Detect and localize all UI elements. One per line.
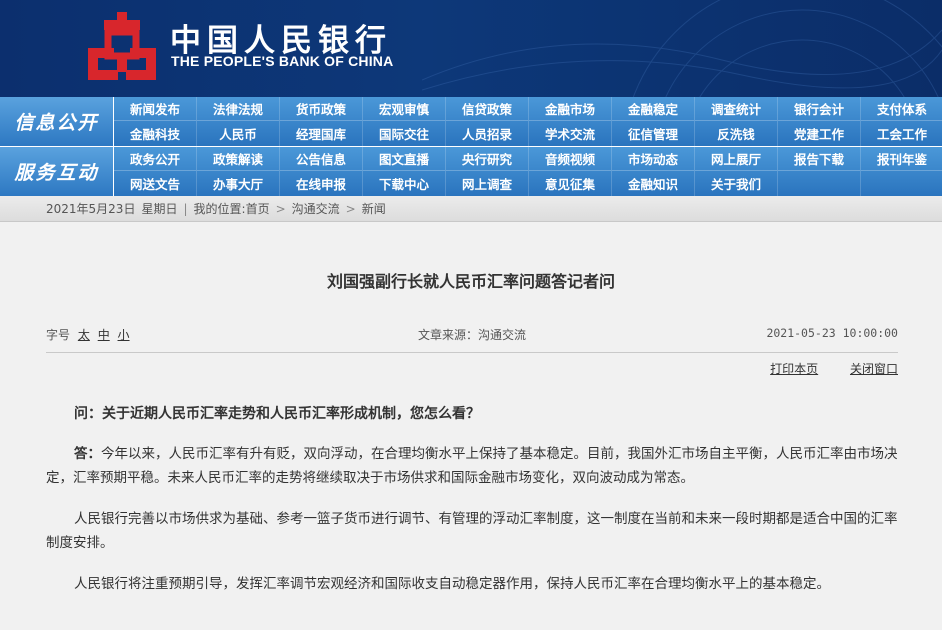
close-window-link[interactable]: 关闭窗口: [850, 362, 898, 376]
main-nav: 信息公开 新闻发布 法律法规 货币政策 宏观审慎 信贷政策 金融市场 金融稳定 调查统计 银行会…: [0, 97, 942, 196]
nav-link[interactable]: 国际交往: [363, 121, 446, 146]
nav-link[interactable]: 报刊年鉴: [861, 147, 942, 171]
font-size-medium-link[interactable]: 中: [98, 328, 110, 342]
nav-link[interactable]: 银行会计: [778, 97, 861, 121]
breadcrumb-section-link[interactable]: 沟通交流: [292, 200, 340, 217]
nav-link[interactable]: 经理国库: [280, 121, 363, 146]
nav-link[interactable]: 金融知识: [612, 171, 695, 196]
nav-link[interactable]: 征信管理: [612, 121, 695, 146]
font-size-label: 字号: [46, 328, 71, 342]
nav-link[interactable]: 调查统计: [695, 97, 778, 121]
nav-link[interactable]: 人民币: [197, 121, 280, 146]
breadcrumb-page-link[interactable]: 新闻: [362, 200, 386, 217]
article-date: 2021-05-23 10:00:00: [766, 326, 898, 340]
nav-link[interactable]: 报告下载: [778, 147, 861, 171]
article-meta: 字号 太 中 小 文章来源：沟通交流 2021-05-23 10:00:00: [46, 326, 898, 344]
question-paragraph: 问：关于近期人民币汇率走势和人民币汇率形成机制，您怎么看？: [74, 406, 480, 422]
nav-label-service: 服务互动: [0, 147, 113, 196]
nav-link[interactable]: 工会工作: [861, 121, 942, 146]
nav-row-info: 信息公开 新闻发布 法律法规 货币政策 宏观审慎 信贷政策 金融市场 金融稳定 调查统计 银行会…: [0, 97, 942, 146]
breadcrumb-home-link[interactable]: 首页: [246, 200, 270, 217]
nav-link[interactable]: 人员招录: [446, 121, 529, 146]
font-size-small-link[interactable]: 小: [118, 328, 130, 342]
breadcrumb-separator: >: [345, 201, 356, 216]
nav-label-info: 信息公开: [0, 97, 113, 146]
nav-row-service: 服务互动 政务公开 政策解读 公告信息 图文直播 央行研究 音频视频 市场动态 网上展厅 报告下…: [0, 147, 942, 196]
nav-link[interactable]: 金融科技: [114, 121, 197, 146]
nav-link[interactable]: 学术交流: [529, 121, 612, 146]
nav-link[interactable]: 宏观审慎: [363, 97, 446, 121]
article-tools: 打印本页 关闭窗口: [742, 360, 898, 377]
header-decoration: [422, 0, 942, 97]
nav-link[interactable]: 办事大厅: [197, 171, 280, 196]
breadcrumb: 2021年5月23日 星期日 | 我的位置: 首页 > 沟通交流 > 新闻: [0, 196, 942, 222]
article-title: 刘国强副行长就人民币汇率问题答记者问: [326, 272, 615, 291]
breadcrumb-divider: |: [183, 201, 188, 216]
nav-link[interactable]: 信贷政策: [446, 97, 529, 121]
nav-link[interactable]: 在线申报: [280, 171, 363, 196]
nav-link[interactable]: 网上调查: [446, 171, 529, 196]
current-date: 2021年5月23日: [46, 202, 136, 216]
nav-link[interactable]: 法律法规: [197, 97, 280, 121]
nav-link[interactable]: 央行研究: [446, 147, 529, 171]
nav-empty-cell: [861, 171, 942, 196]
nav-link[interactable]: 公告信息: [280, 147, 363, 171]
font-size-control: 字号 太 中 小: [46, 326, 130, 343]
answer-paragraph-3: 人民银行将注重预期引导，发挥汇率调节宏观经济和国际收支自动稳定器作用，保持人民币…: [74, 576, 830, 592]
nav-link[interactable]: 政策解读: [197, 147, 280, 171]
nav-link[interactable]: 图文直播: [363, 147, 446, 171]
nav-link[interactable]: 下载中心: [363, 171, 446, 196]
answer-paragraph-2: 人民银行完善以市场供求为基础、参考一篮子货币进行调节、有管理的浮动汇率制度，这一…: [46, 511, 898, 551]
nav-link[interactable]: 支付体系: [861, 97, 942, 121]
nav-grid-service: 政务公开 政策解读 公告信息 图文直播 央行研究 音频视频 市场动态 网上展厅 报告下载 报刊年鉴…: [114, 147, 942, 196]
nav-grid-info: 新闻发布 法律法规 货币政策 宏观审慎 信贷政策 金融市场 金融稳定 调查统计 银行会计 支付体系…: [114, 97, 942, 146]
nav-link[interactable]: 意见征集: [529, 171, 612, 196]
answer-text-1: 今年以来，人民币汇率有升有贬，双向浮动，在合理均衡水平上保持了基本稳定。目前，我…: [46, 446, 898, 486]
nav-empty-cell: [778, 171, 861, 196]
site-header: 中国人民银行 THE PEOPLE'S BANK OF CHINA: [0, 0, 942, 97]
current-weekday: 星期日: [141, 202, 178, 216]
pboc-logo-icon[interactable]: [86, 10, 158, 82]
answer-paragraph-1: 答：今年以来，人民币汇率有升有贬，双向浮动，在合理均衡水平上保持了基本稳定。目前…: [46, 442, 898, 490]
breadcrumb-separator: >: [275, 201, 286, 216]
nav-link[interactable]: 市场动态: [612, 147, 695, 171]
nav-link[interactable]: 党建工作: [778, 121, 861, 146]
nav-link[interactable]: 反洗钱: [695, 121, 778, 146]
nav-link[interactable]: 政务公开: [114, 147, 197, 171]
nav-link[interactable]: 网上展厅: [695, 147, 778, 171]
nav-link[interactable]: 关于我们: [695, 171, 778, 196]
article-source: 文章来源：沟通交流: [417, 328, 526, 342]
answer-lead: 答：: [74, 446, 101, 462]
nav-link[interactable]: 新闻发布: [114, 97, 197, 121]
article-body: 问：关于近期人民币汇率走势和人民币汇率形成机制，您怎么看？ 答：今年以来，人民币…: [46, 402, 898, 613]
nav-link[interactable]: 音频视频: [529, 147, 612, 171]
meta-divider: [46, 352, 898, 353]
site-title-en: THE PEOPLE'S BANK OF CHINA: [171, 53, 394, 69]
location-label: 我的位置:: [193, 202, 246, 216]
nav-link[interactable]: 金融市场: [529, 97, 612, 121]
nav-link[interactable]: 货币政策: [280, 97, 363, 121]
nav-link[interactable]: 金融稳定: [612, 97, 695, 121]
print-page-link[interactable]: 打印本页: [770, 362, 818, 376]
font-size-large-link[interactable]: 太: [78, 328, 90, 342]
nav-link[interactable]: 网送文告: [114, 171, 197, 196]
